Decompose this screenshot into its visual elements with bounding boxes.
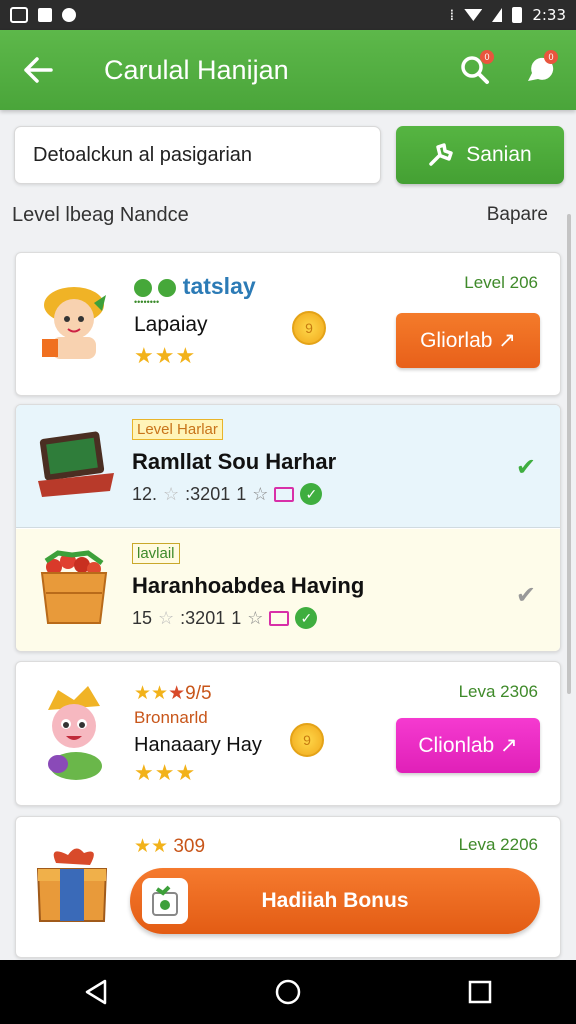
coin-icon: 9 xyxy=(290,723,324,757)
list-group: Level Harlar Ramllat Sou Harhar 12. ☆ :3… xyxy=(15,404,561,652)
star-rating: ★★★ xyxy=(134,760,197,785)
search-input[interactable] xyxy=(14,126,381,184)
level-tag: lavlail xyxy=(132,543,180,564)
section-link[interactable]: Bapare xyxy=(487,204,548,226)
item-name: Hanaaary Hay xyxy=(134,734,262,756)
search-submit-button[interactable]: Sanian xyxy=(396,126,564,184)
app-bar: Carulal Hanijan 0 0 xyxy=(0,30,576,110)
character-avatar xyxy=(48,686,102,780)
gift-box-icon xyxy=(36,848,108,922)
brand-subtext: •••••••• xyxy=(134,297,160,307)
wifi-icon xyxy=(464,9,483,21)
system-nav-bar xyxy=(0,960,576,1024)
coin-icon: 9 xyxy=(292,311,326,345)
back-button[interactable] xyxy=(8,30,68,110)
basket-icon xyxy=(40,550,108,624)
list-item[interactable]: Level Harlar Ramllat Sou Harhar 12. ☆ :3… xyxy=(16,405,560,528)
status-bar: ⁞ 2:33 xyxy=(0,0,576,30)
rating-row: ★★★9/5 xyxy=(134,683,212,704)
claim-button[interactable]: Gliorlab ↗ xyxy=(396,313,540,368)
vibrate-icon: ⁞ xyxy=(449,6,455,24)
nav-recents-icon xyxy=(468,980,492,1004)
item-title: Ramllat Sou Harhar xyxy=(132,449,337,474)
laptop-icon xyxy=(38,431,114,497)
verified-icon: ✓ xyxy=(295,607,318,629)
status-time: 2:33 xyxy=(532,6,566,24)
scrollbar[interactable] xyxy=(567,214,571,694)
video-icon xyxy=(38,8,52,22)
star-rating: ★★★ xyxy=(134,343,197,368)
check-icon[interactable]: ✔ xyxy=(516,581,536,610)
search-button[interactable]: 0 xyxy=(448,40,502,100)
bonus-label: Hadiiah Bonus xyxy=(261,889,409,912)
list-item[interactable]: tatslay •••••••• Lapaiay ★★★ 9 Level 206… xyxy=(15,252,561,396)
nav-recents-button[interactable] xyxy=(450,962,510,1022)
battery-icon xyxy=(512,7,523,23)
check-icon[interactable]: ✔ xyxy=(516,453,536,482)
brand-name: tatslay xyxy=(134,273,256,300)
page-title: Carulal Hanijan xyxy=(104,54,289,85)
nav-back-icon xyxy=(85,979,107,1005)
mail-icon xyxy=(274,486,295,502)
nav-back-button[interactable] xyxy=(66,962,126,1022)
verified-icon: ✓ xyxy=(300,483,323,505)
nav-home-icon xyxy=(275,979,301,1005)
level-label: Level 206 xyxy=(464,273,538,292)
nav-home-button[interactable] xyxy=(258,962,318,1022)
signal-icon xyxy=(492,8,503,22)
level-tag: Level Harlar xyxy=(132,419,223,440)
character-avatar xyxy=(42,287,106,359)
item-name: Lapaiay xyxy=(134,313,208,336)
mail-icon xyxy=(269,610,290,626)
claim-button[interactable]: Clionlab ↗ xyxy=(396,718,540,773)
level-label: Leva 2206 xyxy=(458,835,538,854)
back-arrow-icon xyxy=(24,57,53,83)
search-button-label: Sanian xyxy=(466,143,532,166)
chat-badge: 0 xyxy=(544,50,558,64)
item-subtitle: Bronnarld xyxy=(134,708,208,727)
chat-button[interactable]: 0 xyxy=(512,40,566,100)
list-item[interactable]: lavlail Haranhoabdea Having 15 ☆ :3201 1… xyxy=(16,529,560,651)
bonus-button[interactable]: Hadiiah Bonus xyxy=(130,868,540,934)
rating-row: ★★ 309 xyxy=(134,836,206,857)
notification-icon xyxy=(62,8,76,22)
list-item[interactable]: ★★★9/5 Bronnarld Hanaaary Hay ★★★ 9 Leva… xyxy=(15,661,561,806)
gallery-icon xyxy=(10,7,28,23)
item-meta: 12. ☆ :3201 1 ☆ ✓ xyxy=(132,483,323,505)
item-title: Haranhoabdea Having xyxy=(132,573,365,598)
item-meta: 15 ☆ :3201 1 ☆ ✓ xyxy=(132,607,318,629)
bonus-icon xyxy=(142,878,188,924)
tool-icon xyxy=(429,143,454,166)
list-item[interactable]: ★★ 309 Leva 2206 Hadiiah Bonus xyxy=(15,816,561,958)
section-title: Level lbeag Nandce xyxy=(12,204,189,226)
search-badge: 0 xyxy=(480,50,494,64)
level-label: Leva 2306 xyxy=(458,682,538,701)
